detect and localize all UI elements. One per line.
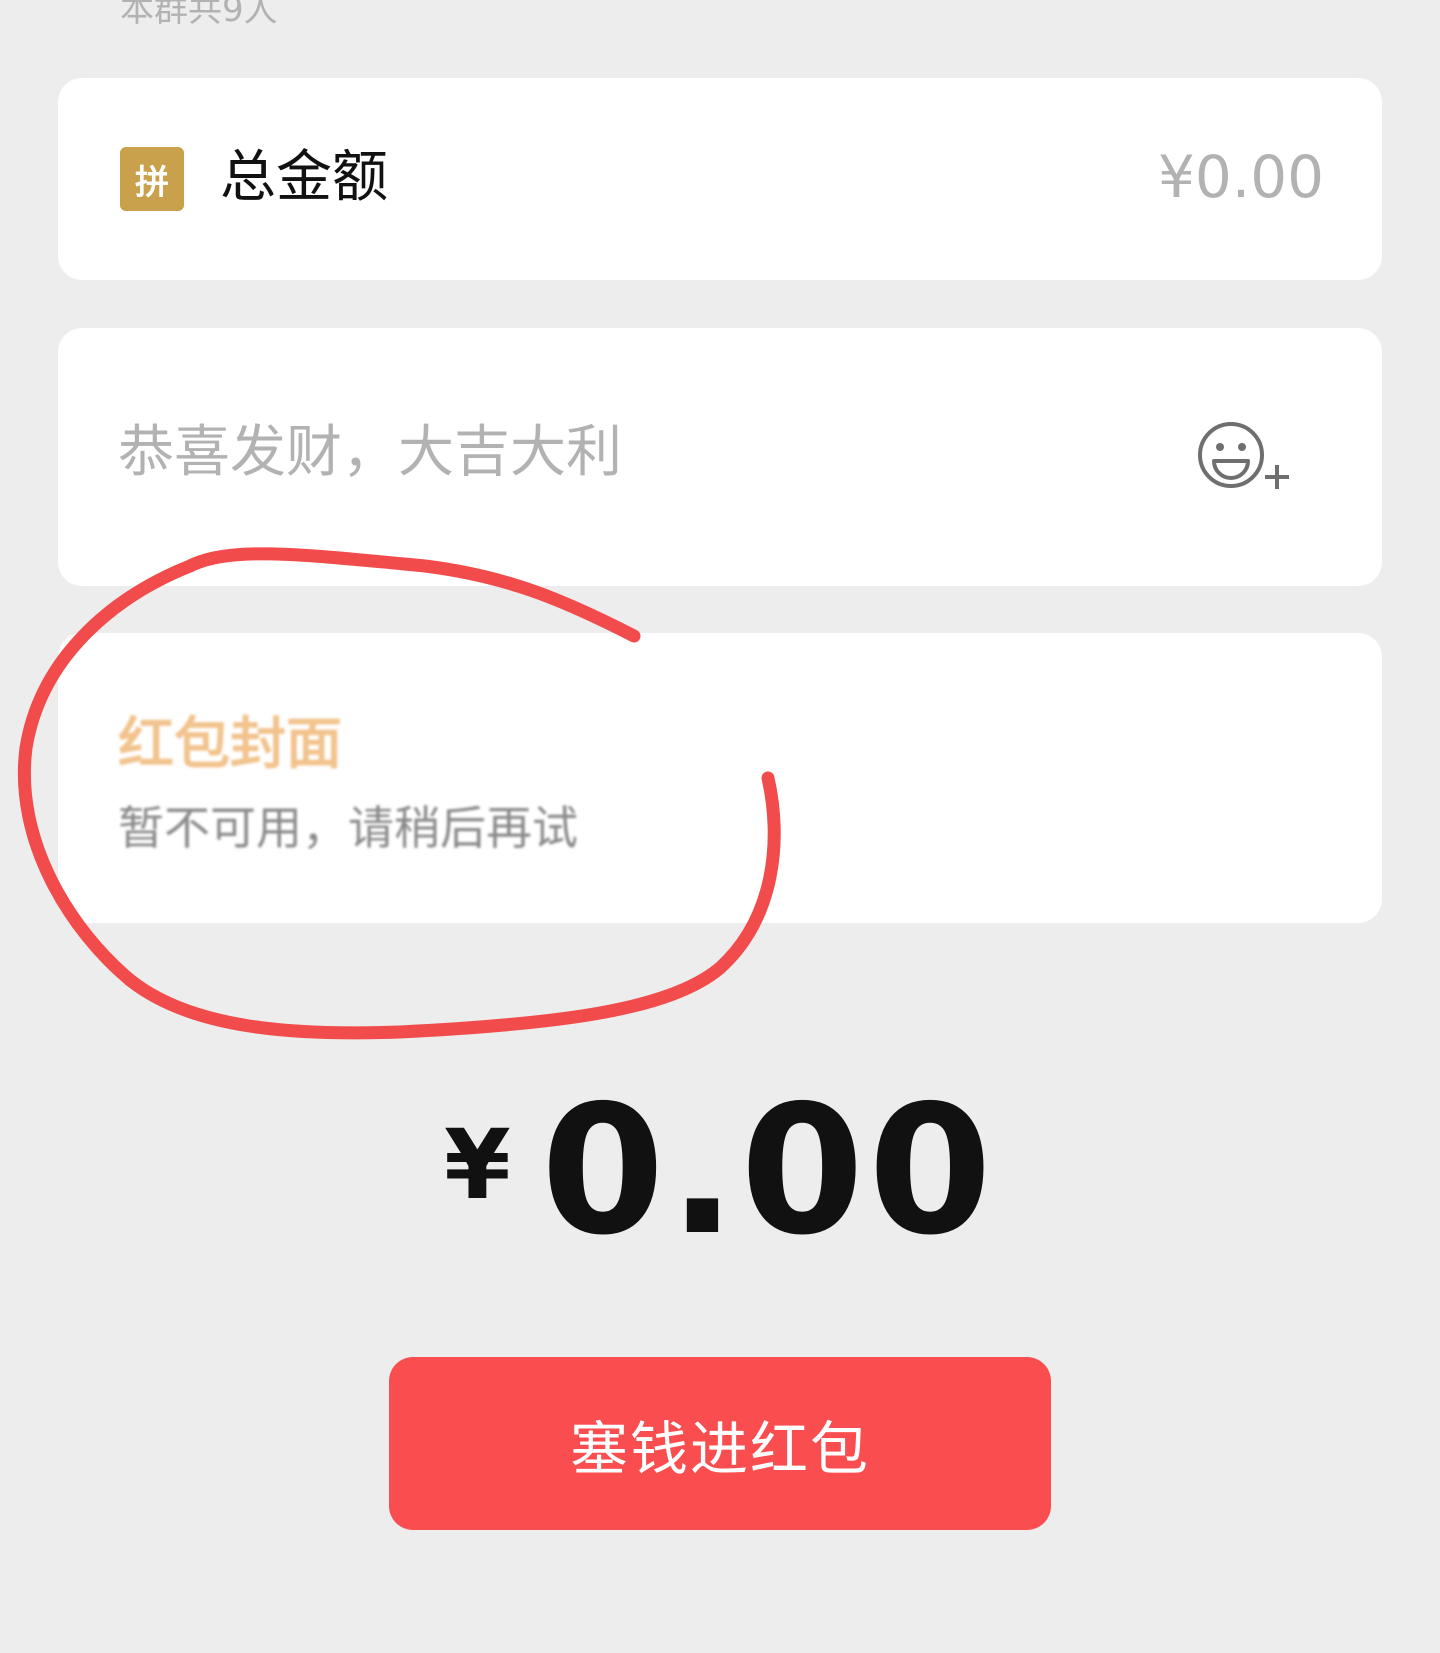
amount-number: 0.00 [540, 1067, 996, 1274]
red-packet-cover-card[interactable]: 红包封面 暂不可用，请稍后再试 [58, 633, 1382, 923]
total-amount-display: ¥ 0.00 [0, 1082, 1440, 1260]
group-member-count: 本群共9人 [120, 0, 278, 30]
greeting-input[interactable] [118, 412, 1018, 492]
emoji-add-icon[interactable] [1196, 420, 1292, 500]
total-amount-value[interactable]: ¥0.00 [1158, 140, 1324, 215]
greeting-card [58, 328, 1382, 586]
pin-badge-icon: 拼 [120, 147, 184, 211]
red-packet-cover-status: 暂不可用，请稍后再试 [118, 801, 578, 855]
submit-red-packet-button[interactable]: 塞钱进红包 [389, 1357, 1051, 1530]
red-packet-cover-title: 红包封面 [118, 712, 342, 777]
total-amount-label: 总金额 [220, 145, 388, 210]
total-amount-card[interactable]: 拼 总金额 ¥0.00 [58, 78, 1382, 280]
currency-symbol: ¥ [444, 1109, 511, 1221]
